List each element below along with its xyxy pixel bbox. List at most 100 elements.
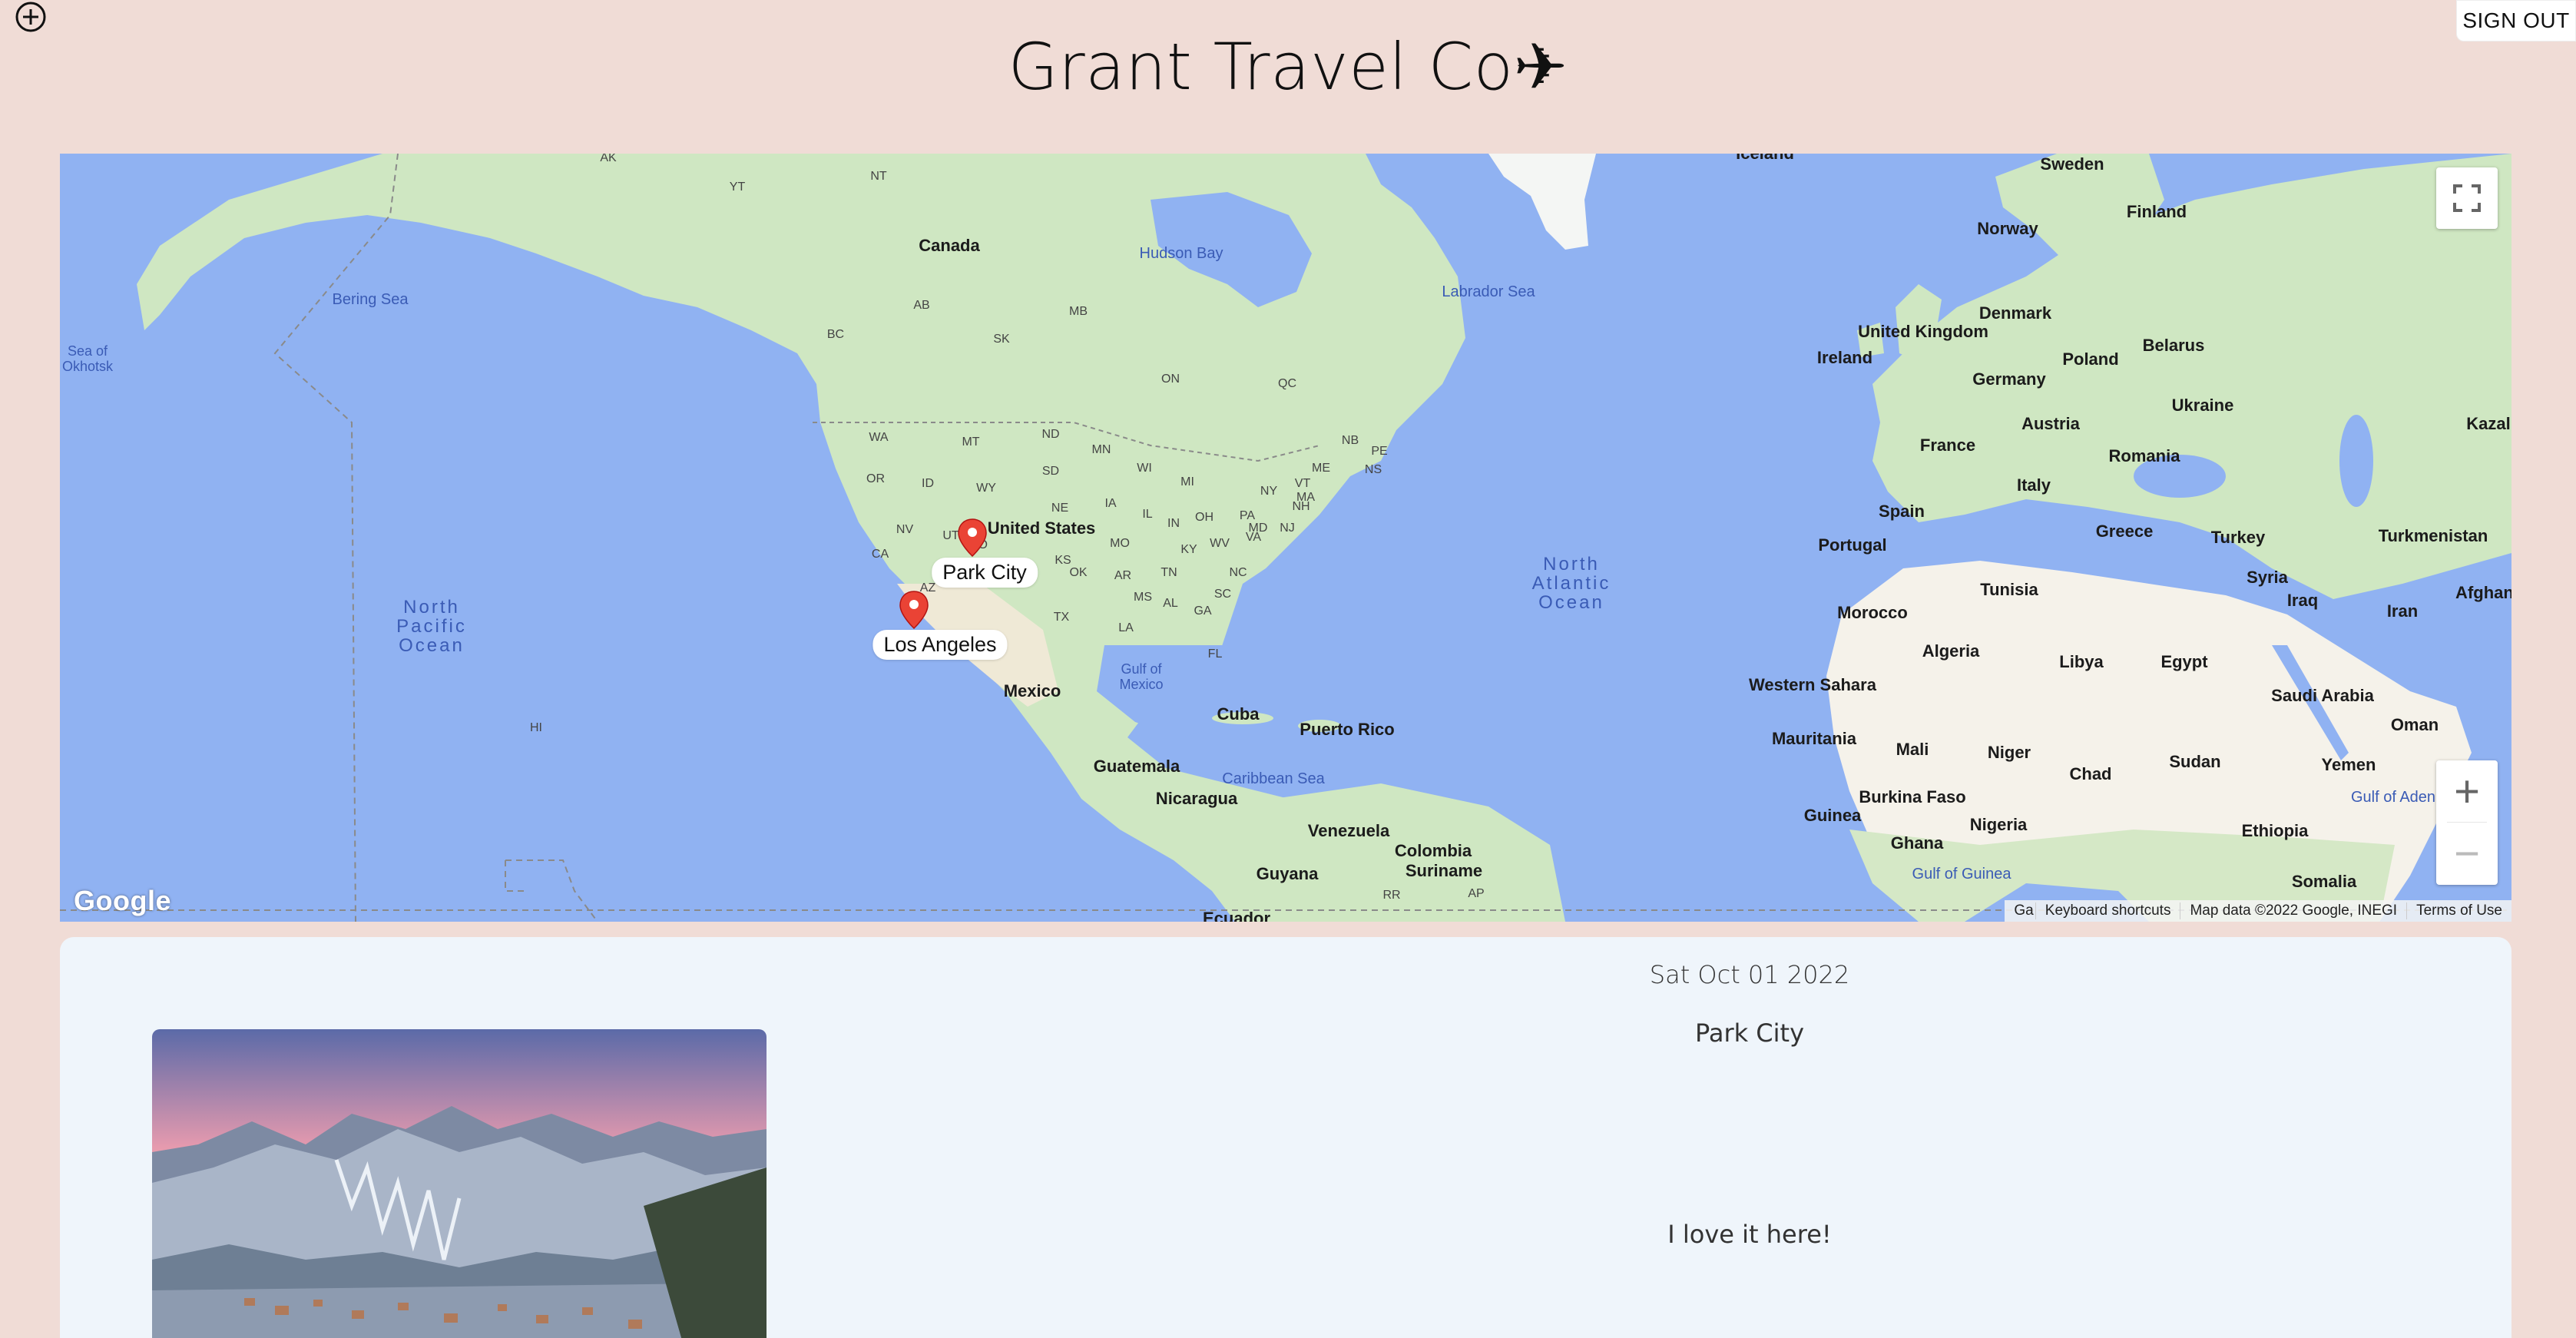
map-marker-label-los-angeles[interactable]: Los Angeles [872, 630, 1008, 661]
map-label-ecuador: Ecuador [1202, 909, 1271, 922]
map-label-region: ND [1041, 428, 1060, 441]
map-label-region: MT [962, 436, 980, 449]
map-label-region: VT [1294, 477, 1311, 490]
map-label-united-kingdom: United Kingdom [1858, 322, 1988, 341]
map-label-region: TX [1053, 611, 1070, 624]
zoom-in-button[interactable]: + [2436, 760, 2498, 822]
map-label-iran: Iran [2386, 601, 2419, 621]
terms-of-use-link[interactable]: Terms of Use [2406, 902, 2511, 919]
map[interactable]: Canada United States Mexico Cuba Puerto … [60, 154, 2511, 922]
map-label-libya: Libya [2059, 652, 2104, 671]
map-label-region: TN [1161, 566, 1177, 579]
map-label-region: NV [896, 523, 914, 536]
map-label-region: OH [1195, 511, 1214, 524]
map-label-bering-sea: Bering Sea [332, 291, 409, 308]
map-label-gulf-of-aden: Gulf of Aden [2350, 789, 2436, 806]
map-marker-los-angeles-icon[interactable] [899, 590, 929, 630]
map-label-venezuela: Venezuela [1307, 821, 1390, 840]
map-label-region: PE [1371, 445, 1388, 458]
entry-date: Sat Oct 01 2022 [1649, 960, 1850, 989]
map-label-portugal: Portugal [1818, 535, 1887, 555]
map-label-greece: Greece [2095, 522, 2154, 541]
page: SIGN OUT Grant Travel Co✈ Canada United … [0, 0, 2576, 1338]
map-label-region: QC [1278, 377, 1296, 390]
zoom-controls: + − [2436, 760, 2498, 885]
map-label-region: IL [1142, 508, 1153, 521]
map-label-region: IA [1104, 497, 1117, 510]
map-label-region: SK [993, 333, 1010, 346]
map-label-cuba: Cuba [1217, 704, 1260, 724]
map-label-region: MD [1248, 522, 1268, 535]
zoom-out-button[interactable]: − [2436, 823, 2498, 884]
map-label-region: ME [1312, 462, 1330, 475]
map-label-morocco: Morocco [1837, 603, 1908, 622]
map-label-region: RR [1382, 889, 1401, 902]
map-label-region: IN [1167, 517, 1180, 530]
map-label-mauritania: Mauritania [1771, 729, 1857, 748]
map-label-north-atlantic-ocean: North Atlantic Ocean [1531, 554, 1611, 614]
map-label-yemen: Yemen [2321, 755, 2376, 774]
map-label-gulf-of-mexico: Gulf of Mexico [1119, 661, 1164, 692]
mountain-town-photo [152, 1029, 767, 1338]
map-label-region: WA [869, 431, 889, 444]
map-label-region: MA [1296, 491, 1315, 504]
map-label-oman: Oman [2390, 715, 2439, 734]
map-label-region: OR [866, 472, 885, 485]
map-label-region: NT [870, 170, 887, 183]
map-label-region: GA [1194, 604, 1212, 618]
map-label-chad: Chad [2069, 764, 2112, 783]
map-label-region: MS [1134, 591, 1152, 604]
map-label-region: YT [729, 180, 746, 194]
map-label-north-pacific-ocean: North Pacific Ocean [396, 597, 467, 657]
ga-fragment: Ga [2014, 902, 2034, 919]
map-label-region: CA [871, 548, 889, 561]
map-label-region: WI [1137, 462, 1152, 475]
keyboard-shortcuts-link[interactable]: Keyboard shortcuts [2035, 902, 2180, 919]
map-label-ireland: Ireland [1816, 348, 1873, 367]
map-label-saudi-arabia: Saudi Arabia [2271, 686, 2374, 705]
map-label-suriname: Suriname [1405, 861, 1483, 880]
map-label-guyana: Colombia [1394, 841, 1472, 860]
map-label-region: MO [1110, 537, 1130, 550]
map-data-text: Map data ©2022 Google, INEGI [2180, 902, 2406, 919]
map-label-ethiopia: Ethiopia [2241, 821, 2309, 840]
map-label-region: AR [1114, 569, 1132, 582]
map-label-region: SC [1214, 588, 1232, 601]
google-logo[interactable]: Google [74, 885, 171, 917]
map-label-sea-of-okhotsk: Sea of Okhotsk [61, 343, 114, 374]
map-label-guinea: Guinea [1803, 806, 1862, 825]
map-label-region: AP [1468, 887, 1485, 900]
map-attribution: Ga Keyboard shortcuts Map data ©2022 Goo… [2005, 900, 2511, 922]
map-label-spain: Spain [1879, 502, 1925, 521]
map-label-region: NE [1051, 502, 1069, 515]
map-label-region: LA [1118, 621, 1134, 634]
map-label-norway: Norway [1977, 219, 2038, 238]
map-label-niger: Niger [1987, 743, 2031, 762]
map-marker-label-park-city[interactable]: Park City [932, 558, 1038, 588]
map-label-hudson-bay: Hudson Bay [1139, 245, 1223, 262]
entry-card[interactable]: Sat Oct 01 2022 Park City I love it here… [60, 937, 2511, 1338]
map-label-region: ON [1161, 373, 1180, 386]
map-label-ghana: Ghana [1890, 833, 1944, 853]
map-label-nicaragua: Nicaragua [1155, 789, 1238, 808]
map-label-turkey: Turkey [2210, 528, 2266, 547]
map-label-region: AB [913, 299, 930, 312]
map-label-region: NS [1364, 463, 1382, 476]
map-label-region: BC [826, 328, 845, 341]
map-label-region: SD [1041, 465, 1060, 478]
map-label-region: WV [1210, 537, 1230, 550]
fullscreen-icon [2453, 184, 2481, 212]
map-marker-park-city-icon[interactable] [957, 518, 988, 558]
map-label-austria: Austria [2021, 414, 2080, 433]
map-label-sudan: Sudan [2169, 752, 2221, 771]
map-label-region: MN [1091, 443, 1111, 456]
map-label-colombia: Guyana [1256, 864, 1319, 883]
fullscreen-button[interactable] [2436, 167, 2498, 229]
map-label-caribbean-sea: Caribbean Sea [1222, 770, 1325, 787]
entry-place: Park City [1694, 1018, 1805, 1048]
map-label-guatemala: Guatemala [1093, 757, 1180, 776]
map-label-algeria: Algeria [1922, 641, 1980, 661]
map-label-region: NB [1341, 434, 1359, 447]
map-label-iceland: Iceland [1736, 154, 1794, 164]
map-label-france: France [1919, 436, 1976, 455]
